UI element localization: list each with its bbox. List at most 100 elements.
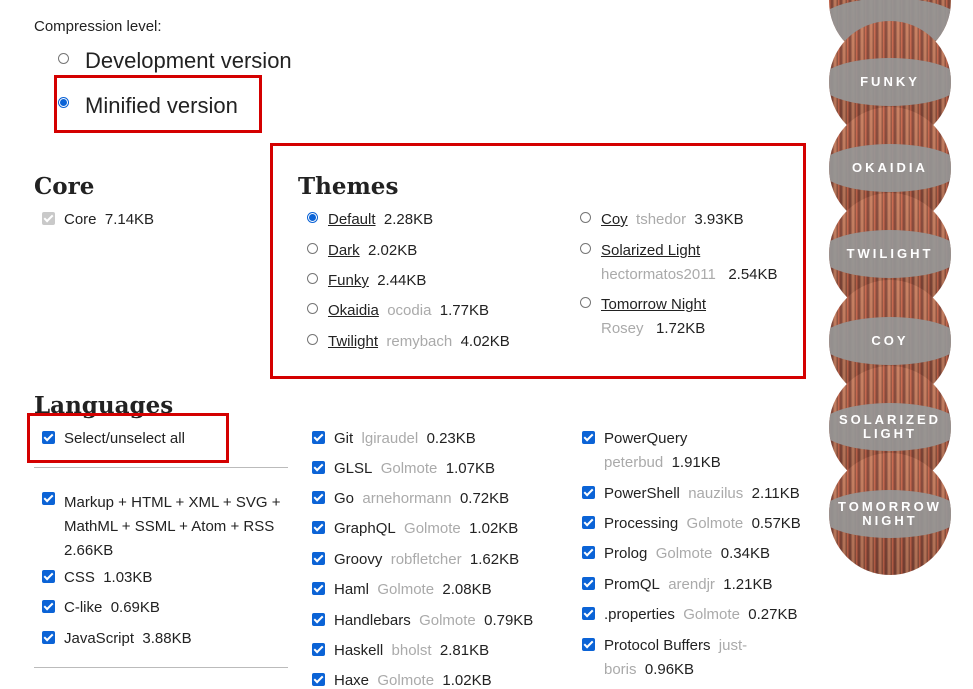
lang-powerquery-checkbox[interactable] xyxy=(582,431,595,444)
lang-clike-checkbox[interactable] xyxy=(42,600,55,613)
lang-protobuf-author-line2: boris xyxy=(604,661,637,678)
lang-markup-checkbox[interactable] xyxy=(42,492,55,505)
theme-coy[interactable]: Coy tshedor 3.93KB xyxy=(601,211,744,228)
lang-protobuf-meta: boris 0.96KB xyxy=(604,661,694,678)
theme-okaidia-link[interactable]: Okaidia xyxy=(328,302,379,319)
lang-promql-author: arendjr xyxy=(668,576,715,593)
theme-solarized-light-link[interactable]: Solarized Light xyxy=(601,242,700,259)
themes-heading: Themes xyxy=(298,173,399,200)
lang-javascript-name: JavaScript xyxy=(64,630,135,647)
lang-clike-size: 0.69KB xyxy=(110,599,160,616)
lang-prolog-size: 0.34KB xyxy=(720,545,770,562)
lang-properties-checkbox[interactable] xyxy=(582,607,595,620)
theme-default[interactable]: Default 2.28KB xyxy=(328,211,433,228)
lang-css-checkbox[interactable] xyxy=(42,570,55,583)
theme-dark-link[interactable]: Dark xyxy=(328,242,360,259)
development-version-label[interactable]: Development version xyxy=(85,48,292,74)
theme-solarized-light[interactable]: Solarized Light xyxy=(601,242,700,259)
theme-tomorrow-night-author: Rosey xyxy=(601,320,644,337)
lang-go-size: 0.72KB xyxy=(459,490,510,507)
theme-okaidia-size: 1.77KB xyxy=(439,302,489,319)
lang-handlebars-name: Handlebars xyxy=(334,612,411,629)
theme-okaidia[interactable]: Okaidia ocodia 1.77KB xyxy=(328,302,489,319)
lang-git-size: 0.23KB xyxy=(426,430,476,447)
compression-level-label: Compression level: xyxy=(34,18,162,35)
lang-graphql-size: 1.02KB xyxy=(469,520,519,537)
lang-groovy-name: Groovy xyxy=(334,551,383,568)
theme-default-link[interactable]: Default xyxy=(328,211,376,228)
theme-tomorrow-night-link[interactable]: Tomorrow Night xyxy=(601,296,706,313)
theme-twilight-link[interactable]: Twilight xyxy=(328,333,378,350)
theme-tomorrow-night-size: 1.72KB xyxy=(656,320,706,337)
lang-glsl-size: 1.07KB xyxy=(445,460,495,477)
core-heading: Core xyxy=(34,173,95,200)
theme-coy-size: 3.93KB xyxy=(694,211,744,228)
lang-powerquery-meta: peterbud 1.91KB xyxy=(604,454,721,471)
theme-funky-link[interactable]: Funky xyxy=(328,272,369,289)
minified-version-label[interactable]: Minified version xyxy=(85,93,238,119)
lang-groovy-checkbox[interactable] xyxy=(312,552,325,565)
select-all-label[interactable]: Select/unselect all xyxy=(64,430,185,447)
lang-haxe-name: Haxe xyxy=(334,672,370,689)
theme-twilight[interactable]: Twilight remybach 4.02KB xyxy=(328,333,510,350)
lang-powershell-name: PowerShell xyxy=(604,485,680,502)
theme-dark-radio[interactable] xyxy=(307,243,318,254)
lang-javascript: JavaScript 3.88KB xyxy=(64,630,192,647)
preview-solarized-label: SOLARIZED xyxy=(838,412,942,427)
theme-coy-link[interactable]: Coy xyxy=(601,211,628,228)
lang-handlebars-checkbox[interactable] xyxy=(312,613,325,626)
theme-tomorrow-night[interactable]: Tomorrow Night xyxy=(601,296,706,313)
theme-funky[interactable]: Funky 2.44KB xyxy=(328,272,426,289)
lang-git-checkbox[interactable] xyxy=(312,431,325,444)
lang-glsl: GLSL Golmote 1.07KB xyxy=(334,460,495,477)
theme-funky-size: 2.44KB xyxy=(377,272,427,289)
theme-okaidia-radio[interactable] xyxy=(307,303,318,314)
lang-handlebars-size: 0.79KB xyxy=(484,612,534,629)
lang-handlebars-author: Golmote xyxy=(419,612,476,629)
col1-bottom-divider xyxy=(34,667,288,668)
lang-powerquery-size: 1.91KB xyxy=(671,454,721,471)
lang-haskell-checkbox[interactable] xyxy=(312,643,325,656)
select-all-checkbox[interactable] xyxy=(42,431,55,444)
lang-markup-line1: Markup + HTML + XML + SVG + xyxy=(64,494,281,511)
lang-javascript-checkbox[interactable] xyxy=(42,631,55,644)
lang-git-author: lgiraudel xyxy=(361,430,419,447)
lang-haml-size: 2.08KB xyxy=(442,581,492,598)
lang-properties-name: .properties xyxy=(604,606,675,623)
lang-properties-size: 0.27KB xyxy=(748,606,798,623)
lang-haml-checkbox[interactable] xyxy=(312,582,325,595)
lang-haxe-checkbox[interactable] xyxy=(312,673,325,686)
lang-promql-checkbox[interactable] xyxy=(582,577,595,590)
theme-funky-radio[interactable] xyxy=(307,273,318,284)
lang-graphql-name: GraphQL xyxy=(334,520,396,537)
lang-graphql-checkbox[interactable] xyxy=(312,521,325,534)
lang-markup-size: 2.66KB xyxy=(64,542,114,559)
lang-processing-checkbox[interactable] xyxy=(582,516,595,529)
lang-go-checkbox[interactable] xyxy=(312,491,325,504)
lang-powershell-author: nauzilus xyxy=(688,485,744,502)
theme-coy-radio[interactable] xyxy=(580,212,591,223)
theme-okaidia-author: ocodia xyxy=(387,302,432,319)
lang-protobuf-checkbox[interactable] xyxy=(582,638,595,651)
theme-default-radio[interactable] xyxy=(307,212,318,223)
lang-prolog-checkbox[interactable] xyxy=(582,546,595,559)
lang-markup: Markup + HTML + XML + SVG + MathML + SSM… xyxy=(64,491,280,563)
theme-dark[interactable]: Dark 2.02KB xyxy=(328,242,417,259)
preview-twilight-label: TWILIGHT xyxy=(846,246,934,261)
core-checkbox xyxy=(42,212,55,225)
lang-haskell-size: 2.81KB xyxy=(439,642,490,659)
minified-version-radio[interactable] xyxy=(58,97,69,108)
theme-tomorrow-night-radio[interactable] xyxy=(580,297,591,308)
theme-twilight-radio[interactable] xyxy=(307,334,318,345)
lang-promql-size: 1.21KB xyxy=(723,576,773,593)
preview-tomorrow-night-circle[interactable]: TOMORROW NIGHT xyxy=(829,453,951,575)
lang-glsl-checkbox[interactable] xyxy=(312,461,325,474)
preview-okaidia-label: OKAIDIA xyxy=(852,160,928,175)
lang-powershell-checkbox[interactable] xyxy=(582,486,595,499)
theme-solarized-light-radio[interactable] xyxy=(580,243,591,254)
theme-tomorrow-night-meta: Rosey 1.72KB xyxy=(601,320,705,337)
lang-glsl-author: Golmote xyxy=(380,460,438,477)
lang-go-author: arnehormann xyxy=(362,490,452,507)
lang-haskell: Haskell bholst 2.81KB xyxy=(334,642,489,659)
development-version-radio[interactable] xyxy=(58,53,69,64)
